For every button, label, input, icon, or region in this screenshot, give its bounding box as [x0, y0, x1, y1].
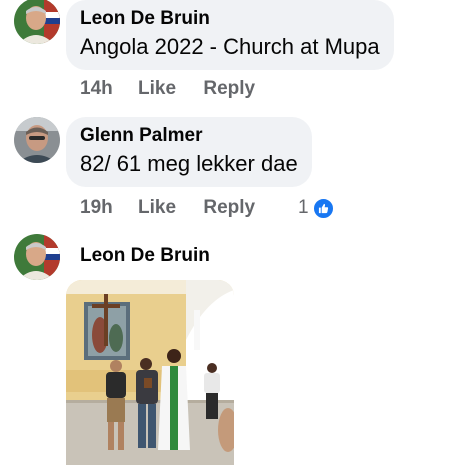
comment-actions: 14h Like Reply: [80, 78, 255, 100]
comment-text: Angola 2022 - Church at Mupa: [80, 34, 380, 59]
reply-button[interactable]: Reply: [203, 78, 255, 100]
comment-photo[interactable]: [66, 280, 234, 465]
comment-timestamp[interactable]: 14h: [80, 78, 113, 100]
comment-bubble: Leon De Bruin Angola 2022 - Church at Mu…: [66, 0, 394, 70]
comment-bubble: Glenn Palmer 82/ 61 meg lekker dae: [66, 117, 312, 187]
thumbs-up-icon: [312, 197, 334, 219]
reply-button[interactable]: Reply: [203, 197, 255, 219]
comment-thread: Leon De Bruin Angola 2022 - Church at Mu…: [0, 0, 465, 465]
reaction-summary[interactable]: 1: [298, 197, 334, 219]
comment-author[interactable]: Leon De Bruin: [80, 6, 380, 32]
like-button[interactable]: Like: [138, 197, 176, 219]
comment-actions: 19h Like Reply: [80, 197, 255, 219]
avatar[interactable]: [14, 0, 60, 44]
avatar[interactable]: [14, 117, 60, 163]
like-button[interactable]: Like: [138, 78, 176, 100]
comment-author[interactable]: Glenn Palmer: [80, 123, 298, 149]
avatar[interactable]: [14, 234, 60, 280]
comment-author[interactable]: Leon De Bruin: [80, 243, 210, 269]
comment-timestamp[interactable]: 19h: [80, 197, 113, 219]
comment-text: 82/ 61 meg lekker dae: [80, 151, 298, 176]
reaction-count: 1: [298, 197, 309, 218]
